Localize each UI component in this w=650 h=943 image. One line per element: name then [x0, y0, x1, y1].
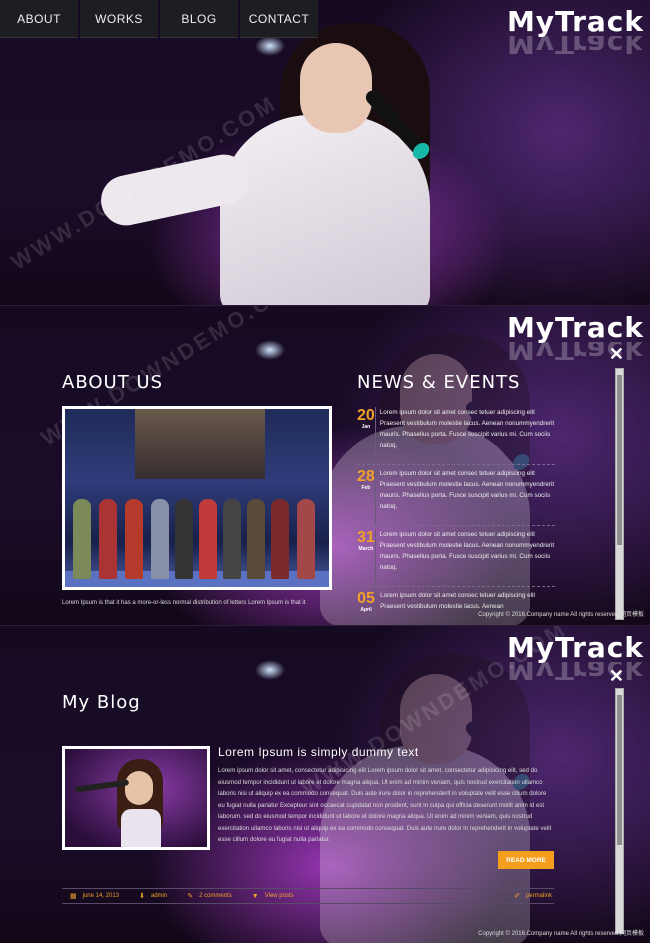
logo-text: MyTrack — [506, 311, 644, 344]
news-day: 05 — [357, 590, 375, 607]
post-views[interactable]: ▼ View posts — [252, 893, 294, 900]
stage-light — [255, 340, 285, 360]
about-title: ABOUT US — [62, 372, 164, 393]
scrollbar-thumb[interactable] — [617, 375, 622, 545]
nav-blog[interactable]: BLOG — [160, 0, 238, 38]
post-comments[interactable]: ✎ 2 comments — [187, 892, 232, 900]
nav-contact[interactable]: CONTACT — [240, 0, 318, 38]
news-date: 31 March — [357, 529, 376, 586]
bookmark-icon: ▼ — [251, 892, 259, 900]
read-more-button[interactable]: READ MORE — [498, 851, 554, 869]
news-month: April — [360, 607, 372, 613]
blog-post-title[interactable]: Lorem Ipsum is simply dummy text — [218, 745, 419, 759]
copyright: Copyright © 2016.Company name All rights… — [478, 931, 644, 937]
logo-text: MyTrack — [506, 5, 644, 38]
logo-text: MyTrack — [506, 631, 644, 664]
news-day: 31 — [357, 529, 375, 546]
close-icon[interactable]: ✕ — [609, 666, 624, 687]
news-month: Jan — [361, 424, 371, 430]
nav-works[interactable]: WORKS — [80, 0, 158, 38]
calendar-icon: ▦ — [70, 893, 77, 900]
permalink-icon: ✐ — [514, 893, 520, 900]
stage-light — [255, 36, 285, 56]
news-date: 20 Jan — [357, 407, 376, 464]
news-item[interactable]: 20 Jan Lorem ipsum dolor sit amet consec… — [357, 404, 555, 465]
post-comments-text: 2 comments — [199, 893, 232, 899]
news-day: 20 — [357, 407, 375, 424]
news-title: NEWS & EVENTS — [357, 372, 521, 393]
scrollbar[interactable] — [615, 688, 624, 934]
news-day: 28 — [357, 468, 375, 485]
main-nav: ABOUT WORKS BLOG CONTACT — [0, 0, 320, 38]
nav-about[interactable]: ABOUT — [0, 0, 78, 38]
scrollbar-thumb[interactable] — [617, 695, 622, 845]
post-author[interactable]: ⬇ admin — [139, 892, 167, 900]
post-permalink[interactable]: ✐ permalink — [514, 892, 552, 900]
blog-title: My Blog — [62, 692, 141, 713]
author-icon: ⬇ — [139, 893, 145, 900]
news-list: 20 Jan Lorem ipsum dolor sit amet consec… — [357, 404, 555, 617]
news-text: Lorem ipsum dolor sit amet consec tetuer… — [379, 470, 555, 510]
news-month: March — [358, 546, 374, 552]
post-date-text: june 14, 2013 — [82, 893, 119, 899]
news-text: Lorem ipsum dolor sit amet consec tetuer… — [379, 409, 555, 449]
stage-light — [255, 660, 285, 680]
about-photo — [62, 406, 332, 590]
news-text: Lorem ipsum dolor sit amet consec tetuer… — [379, 531, 555, 571]
scrollbar[interactable] — [615, 368, 624, 620]
close-icon[interactable]: ✕ — [609, 344, 624, 365]
blog-section: WWW.DOWNDEMO.COM MyTrack MyTrack ✕ My Bl… — [0, 625, 650, 943]
news-date: 05 April — [357, 590, 377, 617]
post-date[interactable]: ▦ june 14, 2013 — [70, 892, 119, 900]
blog-post-body: Lorem ipsum dolor sit amet, consectetur … — [218, 767, 552, 843]
comments-icon: ✎ — [187, 893, 194, 900]
about-news-section: WWW.DOWNDEMO.COM MyTrack MyTrack ✕ ABOUT… — [0, 305, 650, 625]
site-logo[interactable]: MyTrack MyTrack — [506, 5, 644, 55]
logo-reflection: MyTrack — [506, 36, 644, 54]
news-item[interactable]: 31 March Lorem ipsum dolor sit amet cons… — [357, 526, 555, 587]
post-views-text: View posts — [264, 893, 294, 899]
about-text: Lorem Ipsum is that it has a more-or-les… — [62, 600, 306, 606]
news-month: Feb — [361, 485, 371, 491]
news-item[interactable]: 28 Feb Lorem ipsum dolor sit amet consec… — [357, 465, 555, 526]
news-date: 28 Feb — [357, 468, 376, 525]
post-permalink-text: permalink — [525, 893, 552, 899]
copyright: Copyright © 2016.Company name All rights… — [478, 612, 644, 618]
blog-post-image[interactable] — [62, 746, 210, 850]
post-author-text: admin — [150, 893, 168, 899]
blog-post-meta: ▦ june 14, 2013 ⬇ admin ✎ 2 comments ▼ V… — [62, 888, 554, 904]
